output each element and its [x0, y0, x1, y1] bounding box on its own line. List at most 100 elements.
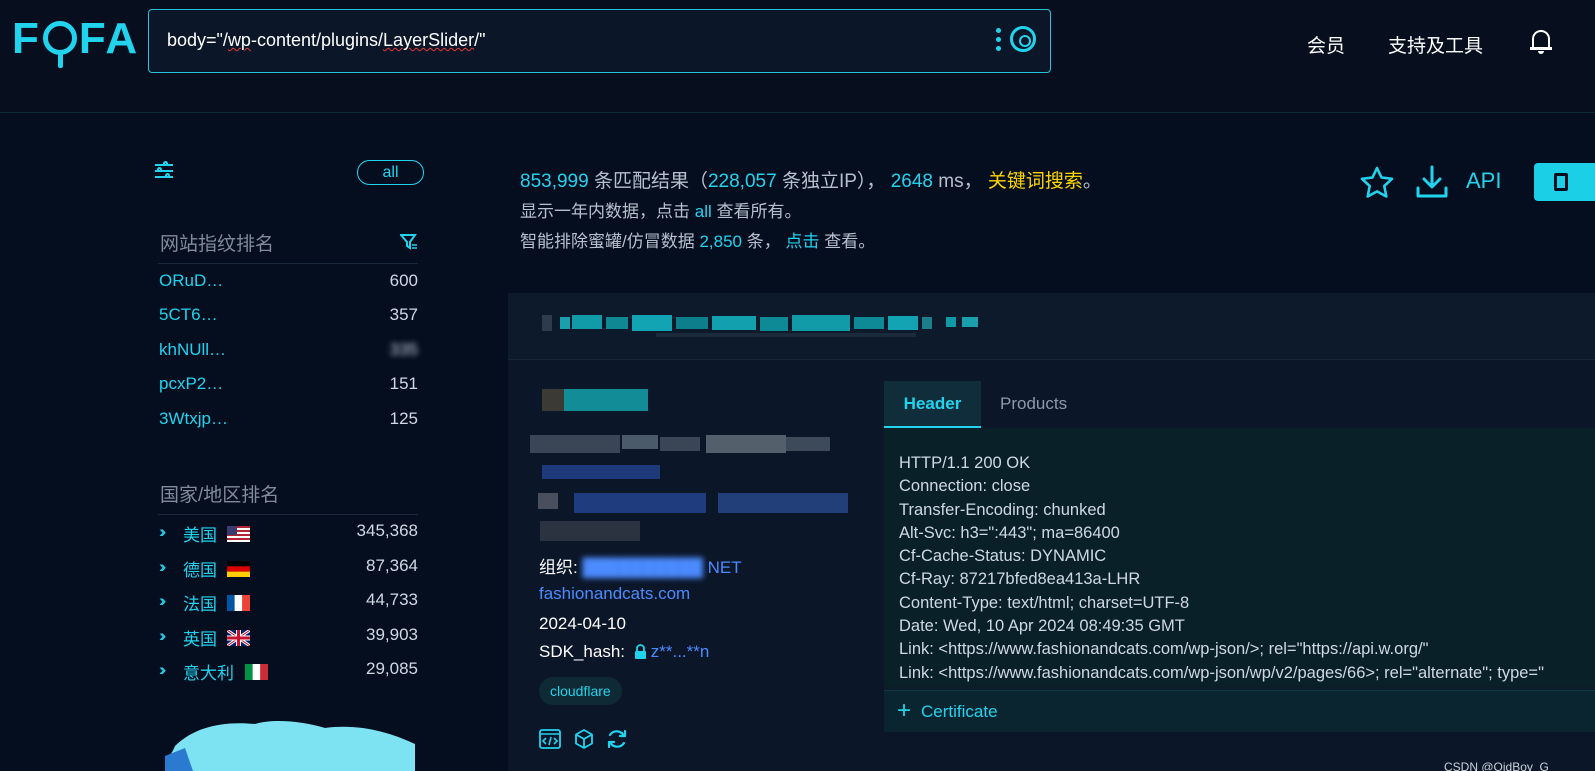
- keyword-search-link[interactable]: 关键词搜索: [988, 171, 1083, 192]
- fingerprint-row[interactable]: 3Wtxjp… 125: [159, 409, 418, 431]
- organization-row: 组织: ██████████ NET: [539, 553, 742, 578]
- country-row[interactable]: ›› 英国 39,903: [159, 625, 418, 649]
- fingerprint-name[interactable]: ORuD…: [159, 271, 223, 291]
- search-bar[interactable]: body="/wp-content/plugins/LayerSlider/": [148, 9, 1051, 73]
- http-line: Cf-Ray: 87217bfed8ea413a-LHR: [899, 570, 1141, 589]
- sdk-hash-row: SDK_hash: z**...**n: [539, 642, 709, 662]
- sdk-hash-value[interactable]: z**...**n: [651, 642, 710, 661]
- org-value[interactable]: NET: [708, 558, 742, 577]
- italy-flag-icon: [245, 664, 268, 680]
- notice-text: 智能排除蜜罐/仿冒数据: [520, 232, 695, 251]
- domain-link[interactable]: fashionandcats.com: [539, 584, 690, 604]
- fingerprint-count: 151: [389, 374, 418, 393]
- more-options-icon[interactable]: [996, 28, 1002, 54]
- bell-icon[interactable]: [1530, 28, 1552, 54]
- notice-text: 条，: [746, 232, 781, 251]
- uk-flag-icon: [227, 630, 250, 646]
- api-button[interactable]: API: [1466, 168, 1501, 194]
- http-line: HTTP/1.1 200 OK: [899, 454, 1031, 472]
- http-header-lines: HTTP/1.1 200 OK Connection: close Transf…: [899, 452, 1544, 685]
- fingerprint-name[interactable]: 3Wtxjp…: [159, 409, 228, 429]
- fingerprint-row[interactable]: ORuD… 600: [159, 271, 418, 293]
- logo-magnifier-icon: [42, 21, 77, 68]
- country-name[interactable]: 法国: [183, 590, 217, 615]
- country-count: 44,733: [366, 590, 418, 609]
- http-header-box[interactable]: HTTP/1.1 200 OK Connection: close Transf…: [884, 428, 1595, 686]
- total-results-label: 条匹配结果（: [593, 171, 708, 192]
- tag-badge[interactable]: cloudflare: [539, 677, 622, 705]
- view-mode-toggle[interactable]: [1534, 163, 1595, 201]
- refresh-icon[interactable]: [606, 728, 628, 750]
- fingerprint-count: 335: [389, 340, 418, 359]
- notice-text: 显示一年内数据，点击: [520, 202, 690, 221]
- divider: [158, 263, 418, 264]
- country-count: 29,085: [366, 659, 418, 678]
- click-link[interactable]: 点击: [785, 232, 819, 251]
- country-name[interactable]: 意大利: [183, 659, 234, 684]
- double-chevron-icon: ››: [159, 522, 167, 541]
- country-count: 87,364: [366, 556, 418, 575]
- fingerprint-name[interactable]: khNUll…: [159, 340, 226, 360]
- list-view-icon: [1554, 173, 1568, 191]
- http-line: Content-Type: text/html; charset=UTF-8: [899, 593, 1190, 612]
- star-icon[interactable]: [1360, 166, 1394, 198]
- certificate-expander[interactable]: + Certificate: [884, 690, 1595, 732]
- world-map[interactable]: [165, 716, 420, 771]
- country-name[interactable]: 英国: [183, 625, 217, 650]
- france-flag-icon: [227, 595, 250, 611]
- fingerprint-row[interactable]: khNUll… 335: [159, 340, 418, 362]
- funnel-icon[interactable]: [400, 233, 418, 251]
- country-row[interactable]: ›› 美国 345,368: [159, 521, 418, 545]
- fingerprint-row[interactable]: 5CT6… 357: [159, 305, 418, 327]
- download-icon[interactable]: [1414, 164, 1450, 200]
- country-name[interactable]: 美国: [183, 521, 217, 546]
- fingerprint-name[interactable]: 5CT6…: [159, 305, 218, 325]
- period: 。: [1082, 171, 1102, 192]
- cube-icon[interactable]: [573, 728, 595, 750]
- certificate-label: Certificate: [921, 702, 998, 721]
- notice-text: 查看所有。: [716, 202, 802, 221]
- query-time: 2648: [890, 171, 933, 192]
- result-date: 2024-04-10: [539, 614, 626, 633]
- country-row[interactable]: ›› 意大利 29,085: [159, 659, 418, 683]
- country-row[interactable]: ›› 法国 44,733: [159, 590, 418, 614]
- plus-icon: +: [897, 697, 912, 724]
- nav-membership[interactable]: 会员: [1307, 31, 1345, 58]
- honeypot-notice: 智能排除蜜罐/仿冒数据 2,850 条， 点击 查看。: [520, 227, 875, 252]
- divider: [158, 514, 418, 515]
- query-time-unit: ms，: [938, 171, 983, 192]
- search-input[interactable]: body="/wp-content/plugins/LayerSlider/": [167, 30, 485, 51]
- unique-ip-label: 条独立IP），: [781, 171, 886, 192]
- fingerprint-row[interactable]: pcxP2… 151: [159, 374, 418, 396]
- http-line: Alt-Svc: h3=":443"; ma=86400: [899, 523, 1120, 542]
- double-chevron-icon: ››: [159, 557, 167, 576]
- code-icon[interactable]: [539, 728, 561, 750]
- result-card-header[interactable]: [508, 293, 1595, 360]
- double-chevron-icon: ››: [159, 660, 167, 679]
- fingerprint-count: 357: [389, 305, 418, 324]
- fofa-logo[interactable]: F FA: [12, 14, 139, 68]
- all-link[interactable]: all: [695, 202, 712, 221]
- sdk-hash-label: SDK_hash:: [539, 642, 625, 661]
- filter-settings-icon[interactable]: [155, 161, 175, 180]
- watermark: CSDN @OidBoy_G: [1444, 760, 1549, 771]
- fingerprint-name[interactable]: pcxP2…: [159, 374, 223, 394]
- tab-products[interactable]: Products: [1000, 381, 1067, 428]
- lock-icon: [634, 644, 646, 659]
- germany-flag-icon: [227, 561, 250, 577]
- country-name[interactable]: 德国: [183, 556, 217, 581]
- country-count: 39,903: [366, 625, 418, 644]
- org-label: 组织:: [539, 558, 578, 577]
- http-line: Date: Wed, 10 Apr 2024 08:49:35 GMT: [899, 617, 1185, 636]
- honeypot-count: 2,850: [699, 232, 743, 251]
- country-row[interactable]: ›› 德国 87,364: [159, 556, 418, 580]
- tab-header[interactable]: Header: [884, 381, 981, 428]
- search-icon[interactable]: [1010, 26, 1036, 52]
- fingerprint-ranking-title: 网站指纹排名: [160, 234, 275, 255]
- nav-support-tools[interactable]: 支持及工具: [1388, 31, 1483, 58]
- all-data-toggle[interactable]: all: [357, 160, 424, 185]
- http-line: Link: <https://www.fashionandcats.com/wp…: [899, 663, 1544, 682]
- detail-tabs: [884, 381, 1595, 428]
- result-summary: 853,999 条匹配结果（228,057 条独立IP）， 2648 ms， 关…: [520, 166, 1102, 193]
- country-count: 345,368: [356, 521, 418, 540]
